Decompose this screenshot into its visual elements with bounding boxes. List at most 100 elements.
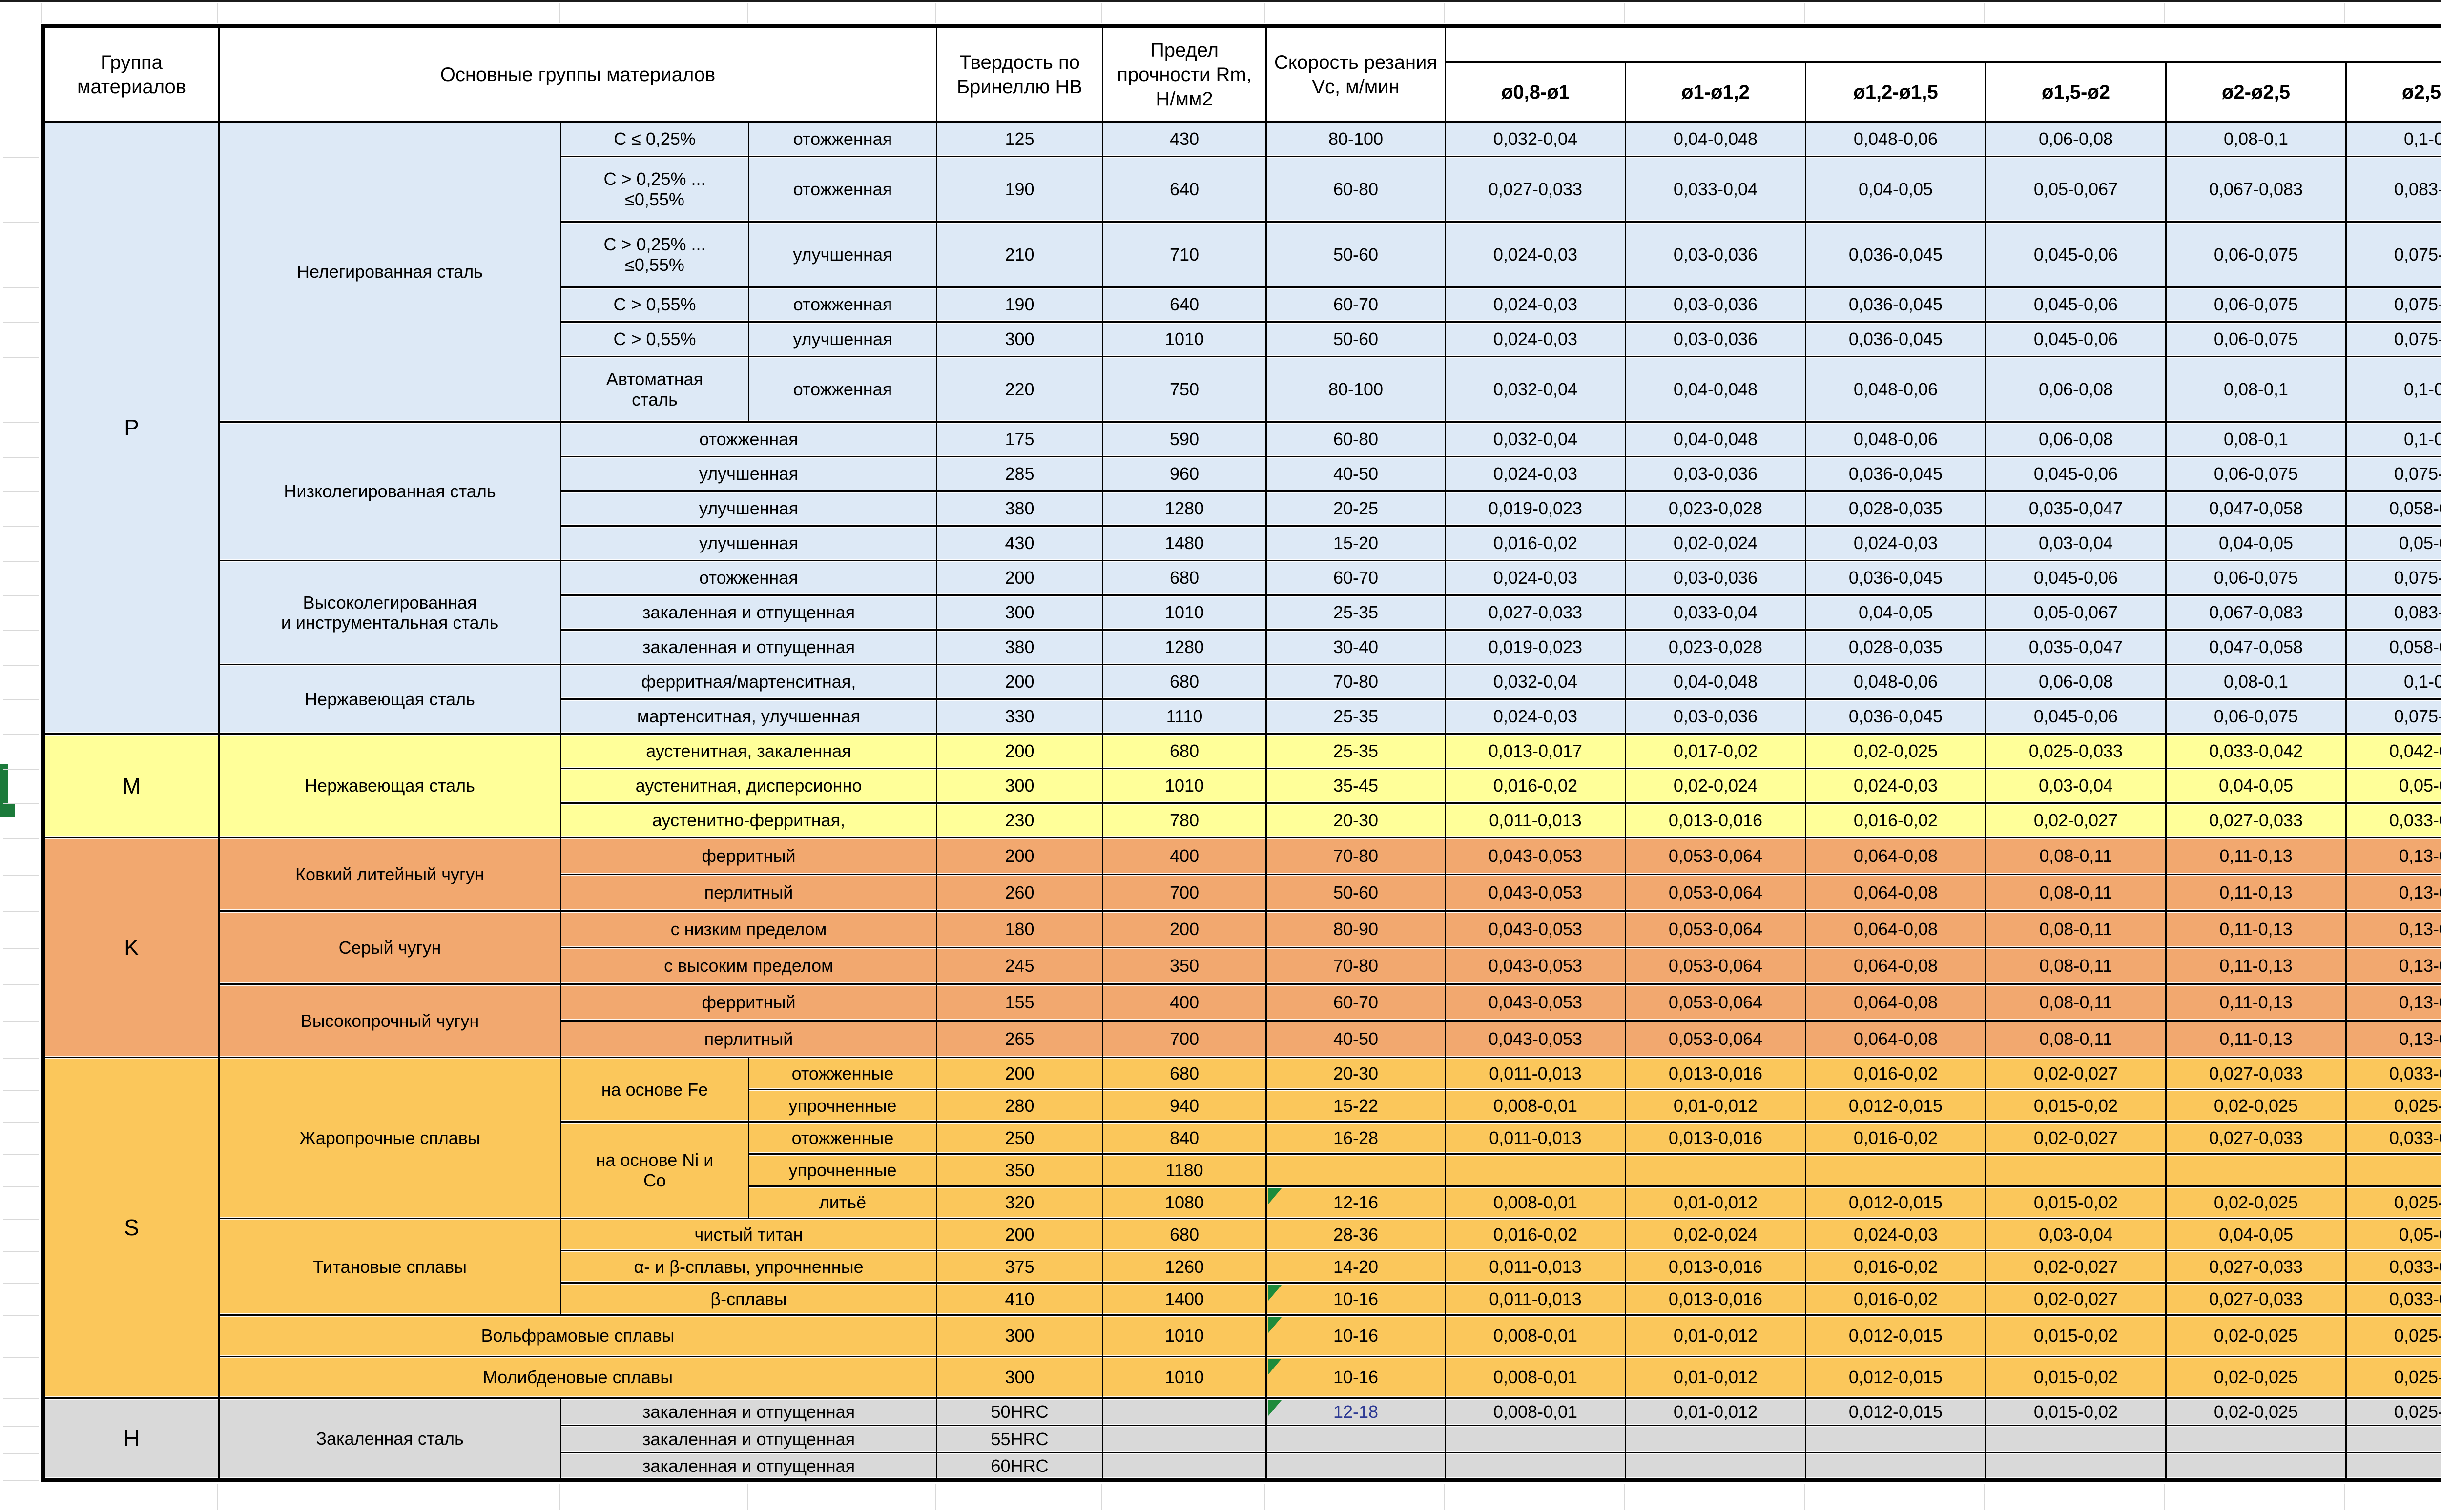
cell-feed-2[interactable]: 0,04-0,048 — [1626, 422, 1806, 457]
cell-strength[interactable]: 400 — [1103, 838, 1266, 875]
cell-feed-6[interactable]: 0,033-0,053 — [2346, 1283, 2441, 1315]
cell-feed-1[interactable]: 0,019-0,023 — [1446, 491, 1626, 526]
cell-cutting-speed[interactable]: 25-35 — [1266, 595, 1446, 630]
cell-feed-5[interactable]: 0,08-0,1 — [2166, 122, 2346, 157]
cell-hardness[interactable]: 245 — [937, 948, 1103, 984]
cell-hardness[interactable]: 210 — [937, 222, 1103, 287]
cell-hardness[interactable]: 300 — [937, 1357, 1103, 1398]
cell-hardness[interactable]: 190 — [937, 287, 1103, 322]
cell-feed-3[interactable]: 0,064-0,08 — [1806, 875, 1986, 911]
cell-hardness[interactable]: 320 — [937, 1186, 1103, 1219]
cell-feed-2[interactable]: 0,01-0,012 — [1626, 1090, 1806, 1122]
cell-material[interactable]: Нержавеющая сталь — [219, 665, 561, 734]
cell-feed-3[interactable]: 0,036-0,045 — [1806, 322, 1986, 357]
cell-strength[interactable]: 840 — [1103, 1122, 1266, 1154]
cell-feed-3[interactable]: 0,028-0,035 — [1806, 630, 1986, 665]
cell-cutting-speed[interactable]: 60-80 — [1266, 422, 1446, 457]
cell-feed-5[interactable]: 0,11-0,13 — [2166, 948, 2346, 984]
cell-strength[interactable]: 1010 — [1103, 1357, 1266, 1398]
cell-feed-5[interactable] — [2166, 1426, 2346, 1453]
cell-feed-4[interactable]: 0,08-0,11 — [1986, 875, 2166, 911]
cell-feed-3[interactable]: 0,04-0,05 — [1806, 595, 1986, 630]
cell-submaterial-wide[interactable]: мартенситная, улучшенная — [561, 699, 937, 734]
cell-hardness[interactable]: 155 — [937, 984, 1103, 1021]
cell-feed-6[interactable]: 0,1-0,16 — [2346, 422, 2441, 457]
cell-feed-3[interactable] — [1806, 1453, 1986, 1480]
cell-feed-3[interactable]: 0,012-0,015 — [1806, 1315, 1986, 1357]
cell-cutting-speed[interactable]: 16-28 — [1266, 1122, 1446, 1154]
cell-cutting-speed[interactable]: 40-50 — [1266, 457, 1446, 491]
cell-feed-3[interactable]: 0,048-0,06 — [1806, 665, 1986, 699]
cell-feed-1[interactable]: 0,043-0,053 — [1446, 875, 1626, 911]
cell-feed-4[interactable]: 0,015-0,02 — [1986, 1357, 2166, 1398]
cell-cutting-speed[interactable]: 14-20 — [1266, 1251, 1446, 1283]
cell-feed-4[interactable]: 0,045-0,06 — [1986, 561, 2166, 595]
cell-feed-6[interactable]: 0,13-0,21 — [2346, 1021, 2441, 1058]
cell-submaterial-wide[interactable]: закаленная и отпущенная — [561, 1453, 937, 1480]
cell-feed-3[interactable]: 0,024-0,03 — [1806, 1219, 1986, 1251]
cell-feed-5[interactable] — [2166, 1154, 2346, 1186]
cell-hardness[interactable]: 380 — [937, 630, 1103, 665]
cell-feed-2[interactable]: 0,02-0,024 — [1626, 769, 1806, 803]
cell-hardness[interactable]: 60HRC — [937, 1453, 1103, 1480]
cell-feed-3[interactable]: 0,012-0,015 — [1806, 1398, 1986, 1426]
cell-feed-2[interactable]: 0,033-0,04 — [1626, 157, 1806, 222]
header-diameter-3[interactable]: ø1,2-ø1,5 — [1806, 62, 1986, 122]
cell-feed-5[interactable]: 0,08-0,1 — [2166, 422, 2346, 457]
cell-feed-4[interactable]: 0,06-0,08 — [1986, 357, 2166, 422]
cell-feed-4[interactable]: 0,08-0,11 — [1986, 911, 2166, 948]
cell-feed-3[interactable]: 0,012-0,015 — [1806, 1357, 1986, 1398]
cell-feed-1[interactable]: 0,032-0,04 — [1446, 422, 1626, 457]
cell-cutting-speed[interactable]: 80-100 — [1266, 122, 1446, 157]
cell-feed-6[interactable]: 0,033-0,053 — [2346, 1251, 2441, 1283]
cell-feed-3[interactable]: 0,02-0,025 — [1806, 734, 1986, 769]
cell-feed-5[interactable] — [2166, 1453, 2346, 1480]
cell-strength[interactable]: 1400 — [1103, 1283, 1266, 1315]
cell-hardness[interactable]: 55HRC — [937, 1426, 1103, 1453]
cell-strength[interactable]: 940 — [1103, 1090, 1266, 1122]
cell-submaterial-1[interactable]: на основе Fe — [561, 1058, 749, 1122]
cell-feed-5[interactable]: 0,11-0,13 — [2166, 838, 2346, 875]
cell-feed-2[interactable]: 0,017-0,02 — [1626, 734, 1806, 769]
cell-cutting-speed[interactable]: 10-16 — [1266, 1315, 1446, 1357]
cell-feed-1[interactable]: 0,024-0,03 — [1446, 457, 1626, 491]
cell-submaterial-wide[interactable]: закаленная и отпущенная — [561, 595, 937, 630]
header-main-material-groups[interactable]: Основные группы материалов — [219, 26, 937, 122]
cell-feed-4[interactable]: 0,02-0,027 — [1986, 1058, 2166, 1090]
cell-feed-1[interactable] — [1446, 1453, 1626, 1480]
cell-feed-6[interactable]: 0,025-0,04 — [2346, 1186, 2441, 1219]
cell-feed-5[interactable]: 0,067-0,083 — [2166, 595, 2346, 630]
cell-hardness[interactable]: 380 — [937, 491, 1103, 526]
cell-feed-5[interactable]: 0,02-0,025 — [2166, 1398, 2346, 1426]
cell-feed-1[interactable]: 0,043-0,053 — [1446, 1021, 1626, 1058]
cell-feed-1[interactable]: 0,043-0,053 — [1446, 984, 1626, 1021]
cell-feed-1[interactable]: 0,024-0,03 — [1446, 287, 1626, 322]
cell-feed-1[interactable]: 0,032-0,04 — [1446, 665, 1626, 699]
cell-strength[interactable]: 680 — [1103, 1058, 1266, 1090]
cell-submaterial-2[interactable]: отожженная — [749, 357, 937, 422]
cell-feed-3[interactable]: 0,024-0,03 — [1806, 769, 1986, 803]
cell-cutting-speed[interactable]: 40-50 — [1266, 1021, 1446, 1058]
cell-feed-2[interactable]: 0,03-0,036 — [1626, 561, 1806, 595]
cell-feed-5[interactable]: 0,08-0,1 — [2166, 357, 2346, 422]
header-diameter-2[interactable]: ø1-ø1,2 — [1626, 62, 1806, 122]
cell-feed-2[interactable]: 0,013-0,016 — [1626, 1058, 1806, 1090]
cell-feed-4[interactable]: 0,05-0,067 — [1986, 157, 2166, 222]
cell-strength[interactable]: 700 — [1103, 1021, 1266, 1058]
cell-feed-1[interactable]: 0,024-0,03 — [1446, 699, 1626, 734]
cell-feed-4[interactable]: 0,045-0,06 — [1986, 457, 2166, 491]
cell-cutting-speed[interactable]: 80-90 — [1266, 911, 1446, 948]
cell-feed-3[interactable]: 0,012-0,015 — [1806, 1186, 1986, 1219]
cell-feed-4[interactable]: 0,03-0,04 — [1986, 1219, 2166, 1251]
cell-feed-1[interactable]: 0,016-0,02 — [1446, 526, 1626, 561]
header-material-group[interactable]: Группа материалов — [43, 26, 219, 122]
cell-hardness[interactable]: 265 — [937, 1021, 1103, 1058]
cell-feed-4[interactable]: 0,045-0,06 — [1986, 322, 2166, 357]
cell-group-letter-P[interactable]: P — [43, 122, 219, 734]
cell-feed-4[interactable]: 0,06-0,08 — [1986, 122, 2166, 157]
cell-feed-3[interactable]: 0,036-0,045 — [1806, 561, 1986, 595]
cell-feed-3[interactable]: 0,016-0,02 — [1806, 1058, 1986, 1090]
cell-feed-2[interactable]: 0,01-0,012 — [1626, 1186, 1806, 1219]
cell-feed-3[interactable]: 0,064-0,08 — [1806, 984, 1986, 1021]
cell-feed-1[interactable]: 0,019-0,023 — [1446, 630, 1626, 665]
